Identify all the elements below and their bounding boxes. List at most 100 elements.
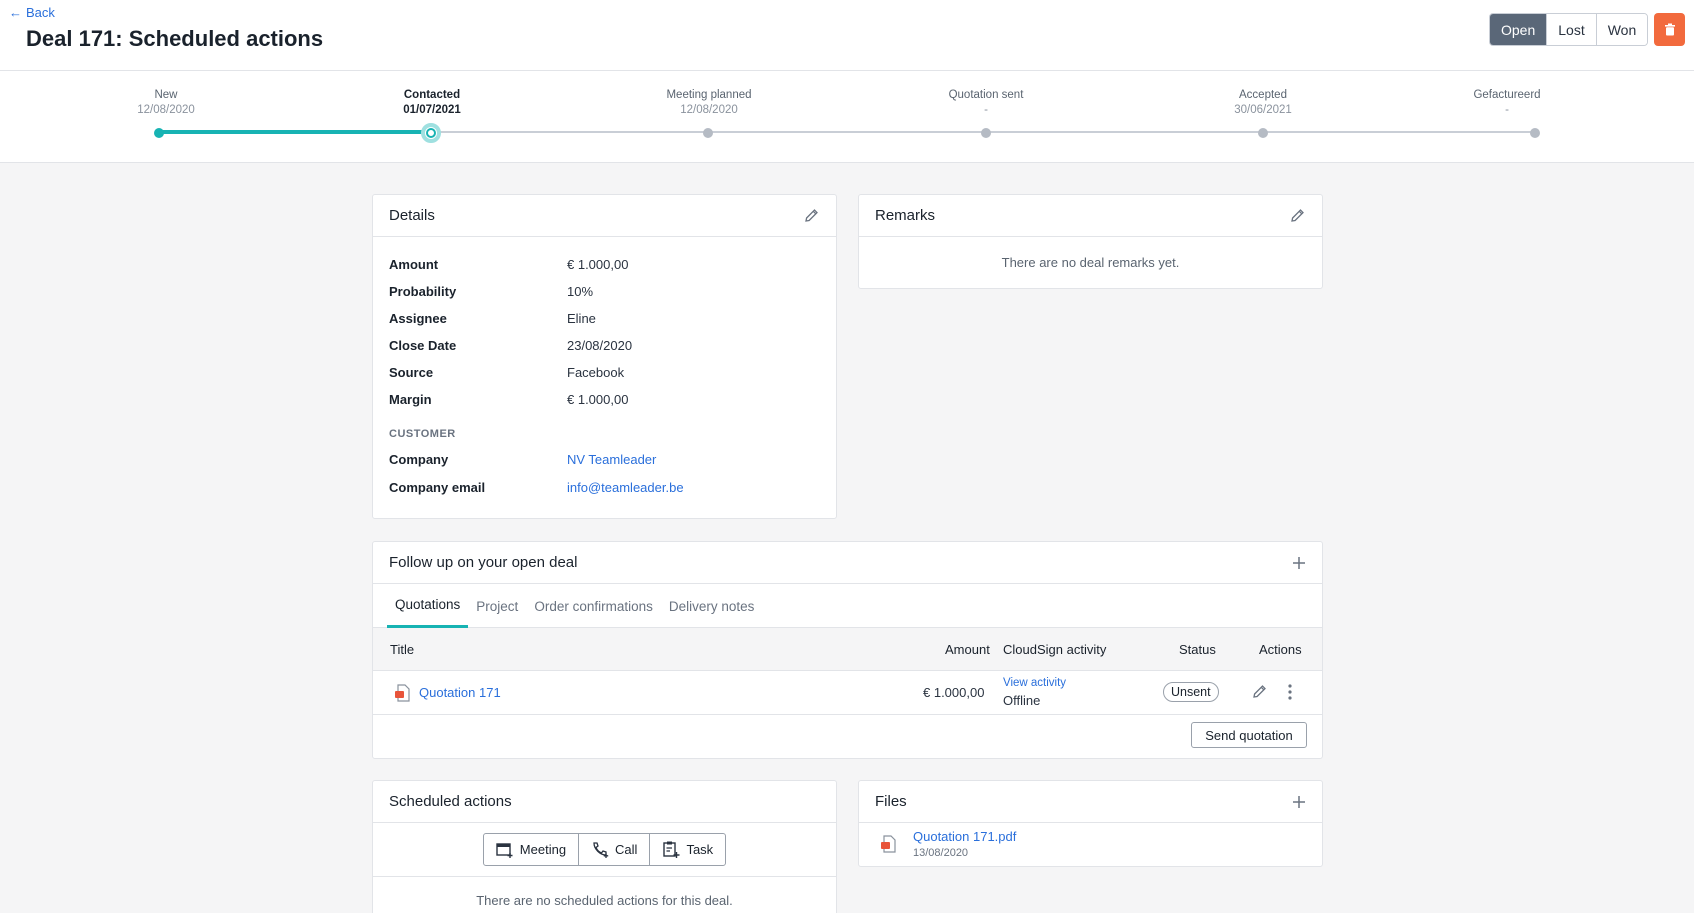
company-link[interactable]: NV Teamleader [567, 452, 656, 467]
schedule-call-button[interactable]: Call [578, 834, 649, 865]
quotations-table-header: Title Amount CloudSign activity Status A… [373, 628, 1322, 671]
tab-delivery-notes[interactable]: Delivery notes [661, 584, 763, 628]
stage-name: Gefactureerd [1473, 89, 1541, 101]
detail-value: 23/08/2020 [567, 338, 633, 353]
detail-label: Company email [389, 479, 486, 495]
stage-date: - [1505, 104, 1509, 116]
stage-name: Quotation sent [948, 89, 1024, 101]
status-won-button[interactable]: Won [1595, 14, 1648, 45]
meeting-label: Meeting [519, 842, 567, 857]
stage-date: 30/06/2021 [1234, 104, 1292, 116]
stage-dot-new[interactable] [154, 128, 164, 138]
details-title: Details [389, 207, 435, 224]
customer-section-heading: CUSTOMER [389, 428, 456, 440]
clipboard-add-icon [663, 841, 680, 858]
edit-quotation-pencil-icon[interactable] [1251, 683, 1268, 703]
remarks-header: Remarks [859, 195, 1322, 237]
detail-row-source: Source Facebook [389, 359, 820, 386]
task-label: Task [686, 842, 714, 857]
quotation-amount: € 1.000,00 [923, 685, 985, 700]
col-status: Status [1179, 642, 1216, 657]
details-card: Details Amount € 1.000,00 Probability 10… [372, 194, 837, 519]
detail-label: Company [389, 451, 449, 467]
schedule-buttons-row: Meeting Call Task [373, 823, 836, 877]
stage-meeting-planned[interactable]: Meeting planned 12/08/2020 [666, 89, 751, 116]
col-actions: Actions [1259, 642, 1302, 657]
detail-value: Facebook [567, 365, 625, 380]
files-card: Files Quotation 171.pdf 13/08/2020 [858, 780, 1323, 867]
trash-icon [1664, 23, 1675, 36]
detail-row-company-email: Company email info@teamleader.be [389, 473, 820, 501]
detail-row-probability: Probability 10% [389, 278, 820, 305]
detail-row-margin: Margin € 1.000,00 [389, 386, 820, 413]
quotation-title-link[interactable]: Quotation 171 [419, 685, 501, 700]
scheduled-empty-text: There are no scheduled actions for this … [476, 893, 733, 908]
stage-dot-accepted[interactable] [1258, 128, 1268, 138]
detail-value: Eline [567, 311, 596, 326]
edit-details-pencil-icon[interactable] [803, 207, 820, 224]
delete-deal-button[interactable] [1654, 13, 1685, 46]
stage-quotation-sent[interactable]: Quotation sent - [949, 89, 1024, 116]
stage-name: Contacted [403, 89, 461, 101]
stage-dot-quotation-sent[interactable] [981, 128, 991, 138]
detail-label: Assignee [389, 311, 447, 326]
phone-add-icon [593, 842, 609, 858]
stage-name: Accepted [1239, 89, 1287, 101]
back-link[interactable]: ← Back [9, 5, 55, 20]
status-open-button[interactable]: Open [1490, 14, 1547, 45]
stage-date: - [984, 104, 988, 116]
file-name-link[interactable]: Quotation 171.pdf [913, 829, 1016, 844]
file-item: Quotation 171.pdf 13/08/2020 [859, 823, 1322, 867]
add-plus-icon[interactable] [1292, 556, 1306, 570]
tab-project[interactable]: Project [468, 584, 526, 628]
col-amount: Amount [945, 642, 990, 657]
company-email-link[interactable]: info@teamleader.be [567, 480, 684, 495]
detail-row-amount: Amount € 1.000,00 [389, 251, 820, 278]
remarks-title: Remarks [875, 207, 936, 224]
arrow-left-icon: ← [9, 5, 22, 20]
view-activity-link[interactable]: View activity [1003, 677, 1066, 689]
schedule-task-button[interactable]: Task [649, 834, 725, 865]
follow-up-card: Follow up on your open deal Quotations P… [372, 541, 1323, 759]
stage-dot-gefactureerd[interactable] [1530, 128, 1540, 138]
detail-row-assignee: Assignee Eline [389, 305, 820, 332]
status-lost-button[interactable]: Lost [1546, 14, 1596, 45]
files-header: Files [859, 781, 1322, 823]
detail-row-close-date: Close Date 23/08/2020 [389, 332, 820, 359]
details-header: Details [373, 195, 836, 237]
detail-value: € 1.000,00 [567, 392, 629, 407]
detail-row-company: Company NV Teamleader [389, 445, 820, 473]
file-date: 13/08/2020 [913, 847, 969, 859]
status-badge: Unsent [1163, 682, 1219, 702]
more-options-icon[interactable] [1287, 683, 1293, 704]
tab-order-confirmations[interactable]: Order confirmations [526, 584, 661, 628]
detail-label: Amount [389, 257, 439, 272]
deal-phase-pipeline: New 12/08/2020 Contacted 01/07/2021 Meet… [0, 71, 1694, 163]
remarks-empty-text: There are no deal remarks yet. [1001, 255, 1180, 270]
stage-contacted[interactable]: Contacted 01/07/2021 [403, 89, 461, 116]
col-title: Title [390, 642, 415, 657]
stage-dot-meeting-planned[interactable] [703, 128, 713, 138]
stage-gefactureerd[interactable]: Gefactureerd - [1473, 89, 1540, 116]
tab-quotations[interactable]: Quotations [387, 584, 469, 628]
back-label: Back [26, 5, 55, 20]
send-quotation-button[interactable]: Send quotation [1191, 722, 1307, 748]
stage-date: 12/08/2020 [680, 104, 738, 116]
stage-dot-contacted[interactable] [421, 123, 441, 143]
pipeline-progress [159, 130, 431, 134]
detail-label: Source [389, 365, 434, 380]
stage-accepted[interactable]: Accepted 30/06/2021 [1234, 89, 1292, 116]
stage-new[interactable]: New 12/08/2020 [137, 89, 195, 116]
add-file-plus-icon[interactable] [1292, 795, 1306, 809]
schedule-meeting-button[interactable]: Meeting [484, 834, 578, 865]
pdf-file-icon [393, 683, 413, 706]
edit-remarks-pencil-icon[interactable] [1289, 207, 1306, 224]
files-title: Files [875, 793, 907, 810]
schedule-action-group: Meeting Call Task [482, 833, 727, 866]
stage-name: Meeting planned [666, 89, 752, 101]
details-body: Amount € 1.000,00 Probability 10% Assign… [373, 237, 836, 501]
page-title: Deal 171: Scheduled actions [26, 26, 324, 51]
detail-label: Probability [389, 284, 457, 299]
detail-label: Margin [389, 392, 432, 407]
remarks-card: Remarks There are no deal remarks yet. [858, 194, 1323, 289]
